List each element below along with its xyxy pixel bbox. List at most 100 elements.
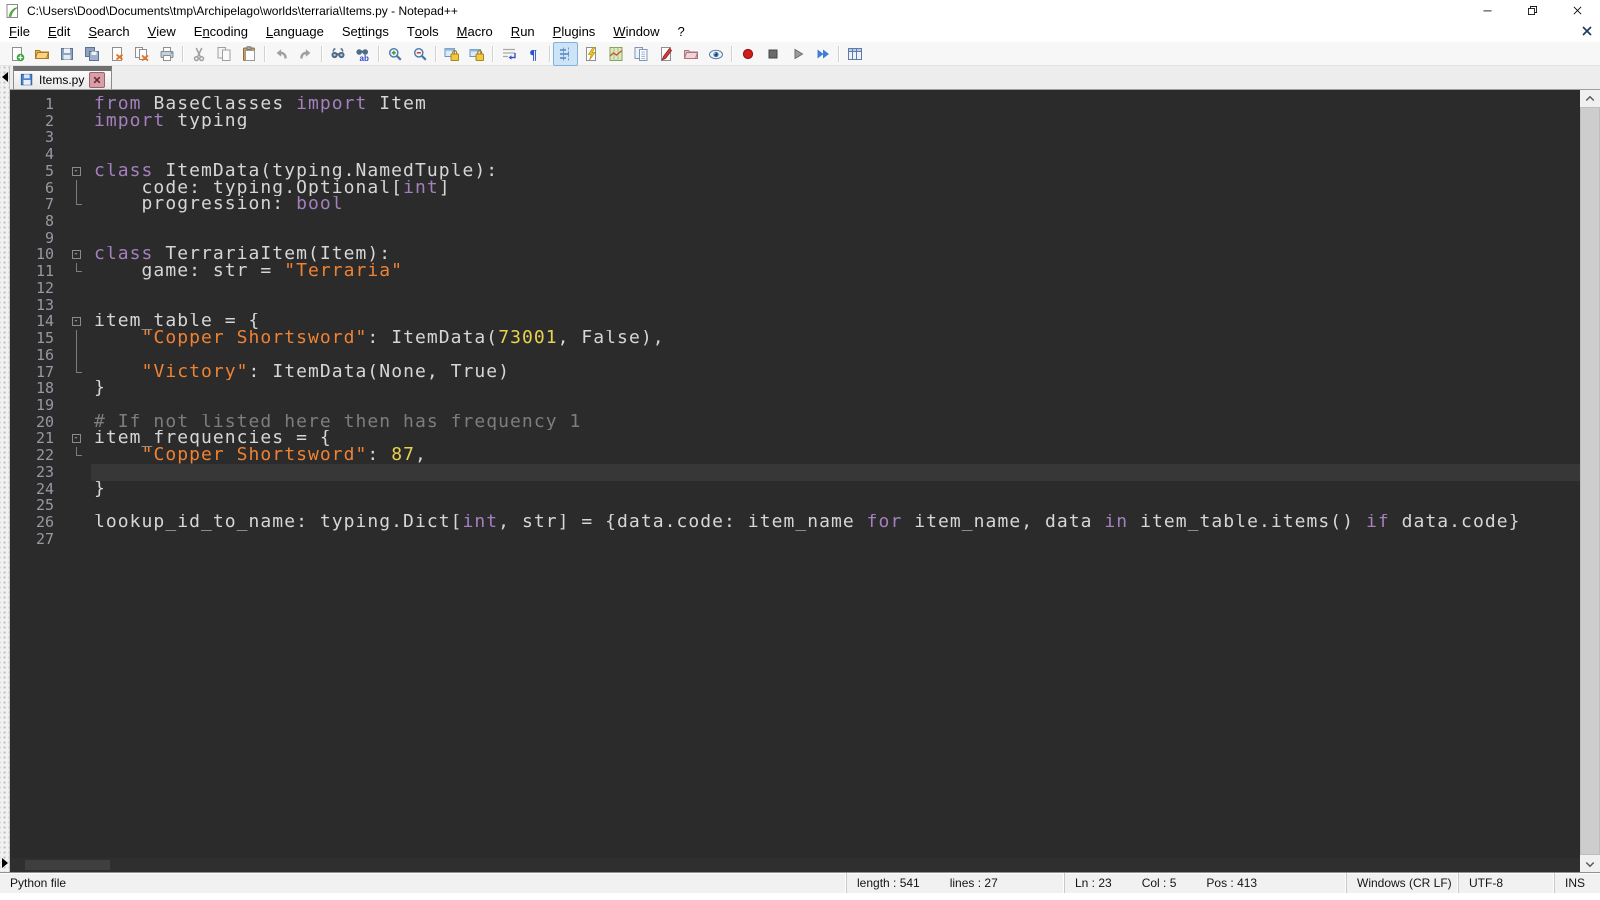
undo-button[interactable] xyxy=(268,42,293,66)
redo-button[interactable] xyxy=(293,42,318,66)
code-text[interactable] xyxy=(91,297,1580,314)
sync-vertical-scroll-button[interactable] xyxy=(439,42,464,66)
status-cursor-position[interactable]: Ln : 23Col : 5Pos : 413 xyxy=(1064,873,1346,893)
line-number[interactable]: 8 xyxy=(10,213,61,230)
line-number[interactable]: 24 xyxy=(10,481,61,498)
scroll-down-icon[interactable] xyxy=(1580,855,1600,872)
fold-margin-open[interactable]: - xyxy=(61,246,91,263)
scroll-up-icon[interactable] xyxy=(1580,90,1600,107)
vertical-scrollbar[interactable] xyxy=(1580,90,1600,872)
macro-playback-button[interactable] xyxy=(785,42,810,66)
line-number[interactable]: 11 xyxy=(10,263,61,280)
code-text[interactable]: game: str = "Terraria" xyxy=(91,263,1580,280)
sync-horizontal-scroll-button[interactable] xyxy=(464,42,489,66)
function-list-button[interactable] xyxy=(578,42,603,66)
status-insert-mode[interactable]: INS xyxy=(1554,873,1600,893)
code-text[interactable] xyxy=(91,146,1580,163)
show-indent-guide-button[interactable] xyxy=(553,42,578,66)
horizontal-scrollbar-thumb[interactable] xyxy=(25,860,110,870)
code-text[interactable]: } xyxy=(91,481,1580,498)
tab-items-py[interactable]: Items.py xyxy=(13,66,112,89)
document-close-icon[interactable] xyxy=(1579,23,1595,39)
code-area[interactable]: 1from BaseClasses import Item2import typ… xyxy=(10,90,1580,858)
macro-run-multiple-button[interactable] xyxy=(810,42,835,66)
close-file-button[interactable] xyxy=(104,42,129,66)
menu-encoding[interactable]: Encoding xyxy=(185,21,257,42)
editor[interactable]: 1from BaseClasses import Item2import typ… xyxy=(10,90,1580,872)
code-text[interactable]: class ItemData(typing.NamedTuple): xyxy=(91,163,1580,180)
line-number[interactable]: 4 xyxy=(10,146,61,163)
folder-as-workspace-button[interactable] xyxy=(678,42,703,66)
document-list-button[interactable] xyxy=(628,42,653,66)
code-text[interactable] xyxy=(91,280,1580,297)
code-text[interactable] xyxy=(91,230,1580,247)
code-text[interactable] xyxy=(91,213,1580,230)
line-number[interactable]: 12 xyxy=(10,280,61,297)
show-all-characters-button[interactable]: ¶ xyxy=(521,42,546,66)
line-number[interactable]: 19 xyxy=(10,397,61,414)
paste-button[interactable] xyxy=(236,42,261,66)
print-button[interactable] xyxy=(154,42,179,66)
line-number[interactable]: 7 xyxy=(10,196,61,213)
menu-macro[interactable]: Macro xyxy=(448,21,502,42)
line-number[interactable]: 20 xyxy=(10,414,61,431)
code-text[interactable]: import typing xyxy=(91,113,1580,130)
code-text[interactable]: } xyxy=(91,380,1580,397)
code-text[interactable]: class TerrariaItem(Item): xyxy=(91,246,1580,263)
macro-stop-button[interactable] xyxy=(760,42,785,66)
document-map-button[interactable] xyxy=(603,42,628,66)
code-text[interactable] xyxy=(91,497,1580,514)
save-file-button[interactable] xyxy=(54,42,79,66)
status-eol-format[interactable]: Windows (CR LF) xyxy=(1346,873,1458,893)
line-number[interactable]: 22 xyxy=(10,447,61,464)
menu-file[interactable]: File xyxy=(0,21,39,42)
replace-button[interactable]: ab xyxy=(350,42,375,66)
document-switcher-button[interactable] xyxy=(842,42,867,66)
copy-button[interactable] xyxy=(211,42,236,66)
line-number[interactable]: 25 xyxy=(10,497,61,514)
code-text[interactable]: "Copper Shortsword": 87, xyxy=(91,447,1580,464)
line-number[interactable]: 14 xyxy=(10,313,61,330)
menu-tools[interactable]: Tools xyxy=(398,21,448,42)
menu-edit[interactable]: Edit xyxy=(39,21,79,42)
code-text[interactable]: "Copper Shortsword": ItemData(73001, Fal… xyxy=(91,330,1580,347)
fold-collapse-icon[interactable]: - xyxy=(72,167,81,176)
dock-arrow-right-icon[interactable] xyxy=(1,856,9,868)
line-number[interactable]: 3 xyxy=(10,129,61,146)
fold-margin-open[interactable]: - xyxy=(61,163,91,180)
vertical-scrollbar-thumb[interactable] xyxy=(1580,107,1600,855)
menu-language[interactable]: Language xyxy=(257,21,333,42)
status-encoding[interactable]: UTF-8 xyxy=(1458,873,1554,893)
fold-collapse-icon[interactable]: - xyxy=(72,317,81,326)
line-number[interactable]: 17 xyxy=(10,364,61,381)
fold-collapse-icon[interactable]: - xyxy=(72,250,81,259)
dock-arrow-left-icon[interactable] xyxy=(1,70,9,82)
menu-?[interactable]: ? xyxy=(669,21,694,42)
zoom-out-button[interactable] xyxy=(407,42,432,66)
code-text[interactable] xyxy=(91,347,1580,364)
horizontal-scrollbar[interactable] xyxy=(10,858,1580,872)
code-text[interactable] xyxy=(91,397,1580,414)
word-wrap-button[interactable] xyxy=(496,42,521,66)
code-text[interactable]: # If not listed here then has frequency … xyxy=(91,414,1580,431)
menu-run[interactable]: Run xyxy=(502,21,544,42)
zoom-in-button[interactable] xyxy=(382,42,407,66)
code-text[interactable]: item_table = { xyxy=(91,313,1580,330)
code-text[interactable]: "Victory": ItemData(None, True) xyxy=(91,364,1580,381)
code-text[interactable]: from BaseClasses import Item xyxy=(91,96,1580,113)
menu-window[interactable]: Window xyxy=(604,21,668,42)
menu-view[interactable]: View xyxy=(139,21,185,42)
restore-button[interactable] xyxy=(1510,0,1555,21)
code-text[interactable] xyxy=(91,129,1580,146)
find-button[interactable] xyxy=(325,42,350,66)
code-text[interactable]: code: typing.Optional[int] xyxy=(91,180,1580,197)
code-text[interactable]: lookup_id_to_name: typing.Dict[int, str]… xyxy=(91,514,1580,531)
function-panel-button[interactable] xyxy=(653,42,678,66)
minimize-button[interactable] xyxy=(1465,0,1510,21)
close-all-button[interactable] xyxy=(129,42,154,66)
line-number[interactable]: 16 xyxy=(10,347,61,364)
line-number[interactable]: 18 xyxy=(10,380,61,397)
code-text[interactable] xyxy=(91,464,1580,481)
tab-close-icon[interactable] xyxy=(89,72,105,88)
macro-record-button[interactable] xyxy=(735,42,760,66)
